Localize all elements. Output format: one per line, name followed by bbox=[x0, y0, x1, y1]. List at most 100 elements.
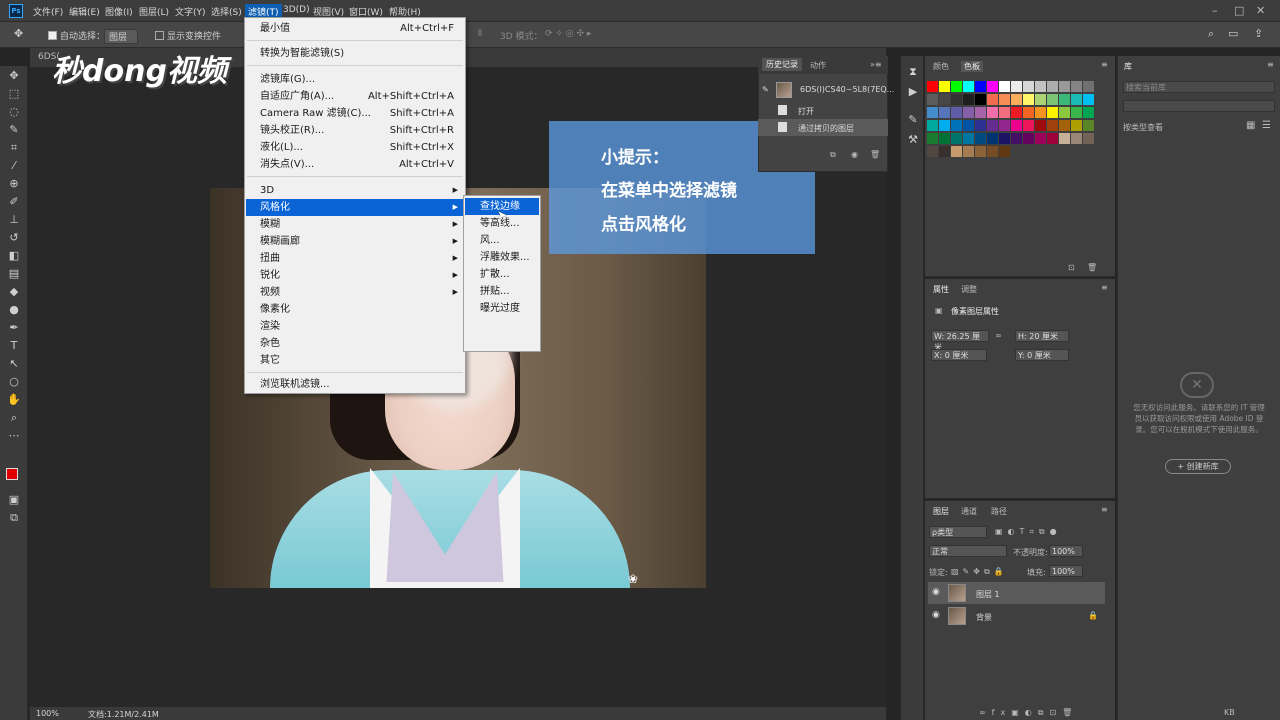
swatch[interactable] bbox=[963, 81, 974, 92]
layer-kind-filter[interactable]: ρ类型 bbox=[929, 526, 987, 538]
swatch[interactable] bbox=[1047, 107, 1058, 118]
swatch[interactable] bbox=[951, 146, 962, 157]
swatch[interactable] bbox=[1083, 107, 1094, 118]
grid-view-icon[interactable]: ▦ bbox=[1246, 120, 1255, 131]
swatch[interactable] bbox=[1083, 133, 1094, 144]
menu-file[interactable]: 文件(F) bbox=[33, 5, 63, 18]
auto-select-checkbox[interactable]: 自动选择： bbox=[48, 29, 105, 42]
layer-row-background[interactable]: ◉ 背景 🔒 bbox=[928, 605, 1105, 627]
layer-row-layer1[interactable]: ◉ 图层 1 bbox=[928, 582, 1105, 604]
screen-mode-icon[interactable]: ⧉ bbox=[6, 510, 22, 526]
swatch[interactable] bbox=[1047, 94, 1058, 105]
tab-swatches[interactable]: 色板 bbox=[961, 61, 983, 72]
swatch[interactable] bbox=[1059, 133, 1070, 144]
swatch[interactable] bbox=[927, 107, 938, 118]
maximize-icon[interactable]: □ bbox=[1234, 4, 1244, 17]
swatch[interactable] bbox=[1047, 133, 1058, 144]
fill-field[interactable]: 100% bbox=[1049, 565, 1083, 577]
brush-settings-icon[interactable]: ✎ bbox=[905, 112, 921, 128]
swatch[interactable] bbox=[987, 133, 998, 144]
panel-menu-icon[interactable]: ≡ bbox=[1267, 60, 1274, 69]
x-field[interactable]: X: 0 厘米 bbox=[931, 349, 987, 361]
zoom-level[interactable]: 100% bbox=[36, 709, 59, 718]
swatch[interactable] bbox=[1035, 94, 1046, 105]
shape-tool-icon[interactable]: ○ bbox=[6, 374, 22, 390]
eraser-tool-icon[interactable]: ◧ bbox=[6, 248, 22, 264]
quick-mask-icon[interactable]: ▣ bbox=[6, 492, 22, 508]
swatch[interactable] bbox=[1083, 81, 1094, 92]
swatch[interactable] bbox=[1011, 133, 1022, 144]
tab-color[interactable]: 颜色 bbox=[933, 61, 949, 72]
swatch[interactable] bbox=[999, 81, 1010, 92]
submenu-item-diffuse[interactable]: 扩散... bbox=[465, 266, 539, 283]
swatch[interactable] bbox=[975, 120, 986, 131]
swatch[interactable] bbox=[1035, 120, 1046, 131]
swatch[interactable] bbox=[939, 133, 950, 144]
swatch[interactable] bbox=[939, 120, 950, 131]
menu-item-render[interactable]: 渲染 bbox=[246, 318, 464, 335]
photoshop-logo-icon[interactable]: Ps bbox=[9, 4, 23, 18]
visibility-eye-icon[interactable]: ◉ bbox=[932, 587, 940, 597]
foreground-color-swatch[interactable] bbox=[6, 468, 18, 480]
swatch[interactable] bbox=[963, 107, 974, 118]
quick-select-tool-icon[interactable]: ✎ bbox=[6, 122, 22, 138]
list-view-icon[interactable]: ☰ bbox=[1262, 120, 1271, 131]
panel-menu-icon[interactable]: »≡ bbox=[870, 60, 882, 69]
swatch[interactable] bbox=[999, 94, 1010, 105]
tab-history[interactable]: 历史记录 bbox=[762, 58, 802, 71]
3d-orbit-icon[interactable]: ⟳ ✧ ◎ ✣ ▸ bbox=[545, 29, 591, 39]
height-field[interactable]: H: 20 厘米 bbox=[1015, 330, 1069, 342]
blur-tool-icon[interactable]: ◆ bbox=[6, 284, 22, 300]
swatch[interactable] bbox=[1023, 94, 1034, 105]
dodge-tool-icon[interactable]: ● bbox=[6, 302, 22, 318]
swatch[interactable] bbox=[1071, 133, 1082, 144]
menu-item-adaptive-wide-angle[interactable]: 自适应广角(A)... Alt+Shift+Ctrl+A bbox=[246, 88, 464, 105]
new-document-icon[interactable]: ⧉ bbox=[830, 150, 836, 160]
panel-menu-icon[interactable]: ≡ bbox=[1101, 60, 1108, 69]
menu-edit[interactable]: 编辑(E) bbox=[69, 5, 100, 18]
menu-item-smart-filter[interactable]: 转换为智能滤镜(S) bbox=[246, 45, 464, 62]
swatch[interactable] bbox=[927, 133, 938, 144]
submenu-item-solarize[interactable]: 曝光过度 bbox=[465, 300, 539, 317]
menu-3d[interactable]: 3D(D) bbox=[283, 5, 310, 15]
history-step-copy-layer[interactable]: 通过拷贝的图层 bbox=[758, 119, 888, 136]
gradient-tool-icon[interactable]: ▤ bbox=[6, 266, 22, 282]
swatch[interactable] bbox=[1071, 94, 1082, 105]
swatch[interactable] bbox=[939, 94, 950, 105]
swatch[interactable] bbox=[939, 146, 950, 157]
menu-item-camera-raw[interactable]: Camera Raw 滤镜(C)... Shift+Ctrl+A bbox=[246, 105, 464, 122]
menu-item-browse-online[interactable]: 浏览联机滤镜... bbox=[246, 376, 464, 393]
swatch[interactable] bbox=[1059, 94, 1070, 105]
swatch[interactable] bbox=[975, 146, 986, 157]
swatch[interactable] bbox=[999, 133, 1010, 144]
zoom-tool-icon[interactable]: ⌕ bbox=[6, 410, 22, 426]
tab-paths[interactable]: 路径 bbox=[991, 506, 1007, 517]
menu-item-distort[interactable]: 扭曲 ▶ bbox=[246, 250, 464, 267]
layer-footer-icons[interactable]: ∞fx▣◐⧉⊡🗑 bbox=[979, 708, 1078, 718]
menu-image[interactable]: 图像(I) bbox=[105, 5, 133, 18]
swatch[interactable] bbox=[1047, 81, 1058, 92]
history-brush-icon[interactable]: ↺ bbox=[6, 230, 22, 246]
swatch[interactable] bbox=[963, 120, 974, 131]
history-panel-icon[interactable]: ⧗ bbox=[905, 64, 921, 80]
swatch[interactable] bbox=[951, 94, 962, 105]
path-select-icon[interactable]: ↖ bbox=[6, 356, 22, 372]
menu-item-noise[interactable]: 杂色 bbox=[246, 335, 464, 352]
swatch[interactable] bbox=[1035, 107, 1046, 118]
history-step-open[interactable]: 打开 bbox=[758, 102, 888, 119]
swatch[interactable] bbox=[951, 133, 962, 144]
panel-menu-icon[interactable]: ≡ bbox=[1101, 283, 1108, 292]
submenu-item-wind[interactable]: 风... bbox=[465, 232, 539, 249]
eyedropper-tool-icon[interactable]: ⁄ bbox=[6, 158, 22, 174]
swatch[interactable] bbox=[963, 133, 974, 144]
opacity-field[interactable]: 100% bbox=[1049, 545, 1083, 557]
menu-select[interactable]: 选择(S) bbox=[211, 5, 242, 18]
menu-item-other[interactable]: 其它 bbox=[246, 352, 464, 369]
swatch[interactable] bbox=[1023, 107, 1034, 118]
menu-item-liquify[interactable]: 液化(L)... Shift+Ctrl+X bbox=[246, 139, 464, 156]
swatch[interactable] bbox=[999, 146, 1010, 157]
healing-brush-icon[interactable]: ⊕ bbox=[6, 176, 22, 192]
swatch[interactable] bbox=[1035, 133, 1046, 144]
menu-item-filter-gallery[interactable]: 滤镜库(G)... bbox=[246, 71, 464, 88]
swatch[interactable] bbox=[1047, 120, 1058, 131]
